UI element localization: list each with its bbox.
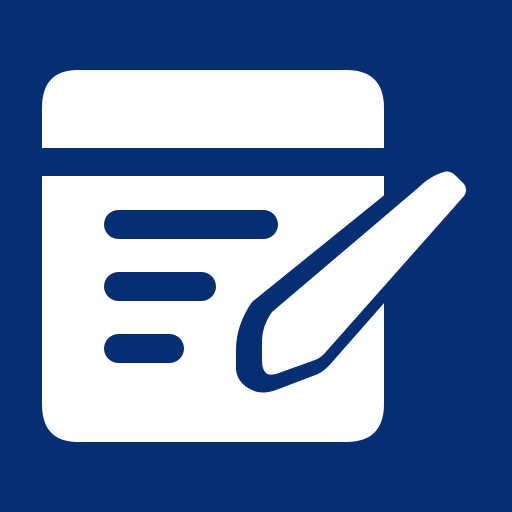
note-body [42,70,384,148]
notes-edit-icon [42,70,482,442]
note-line-3 [104,334,184,363]
note-line-2 [104,272,216,301]
note-line-1 [104,210,278,239]
app-icon-tile [0,0,512,512]
